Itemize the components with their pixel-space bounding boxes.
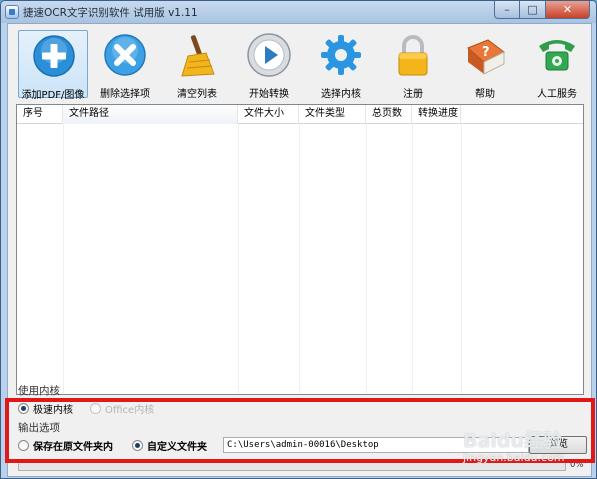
help-book-icon: ? <box>467 39 505 75</box>
column-divider <box>299 124 300 394</box>
maximize-button[interactable]: □ <box>520 1 546 19</box>
column-divider <box>461 124 462 394</box>
add-pdf-image-button[interactable]: 添加PDF/图像 <box>18 30 88 101</box>
phone-icon <box>539 40 575 71</box>
watermark-url: jingyan.baidu.com <box>463 451 565 464</box>
column-divider <box>238 124 239 394</box>
start-convert-button[interactable]: 开始转换 <box>234 30 304 100</box>
toolbar-label: 帮助 <box>475 89 495 100</box>
toolbar: 添加PDF/图像 删除选择项 清空列表 开始转换 选择内核 注册 ? 帮助 人工… <box>8 24 591 104</box>
help-button[interactable]: ? 帮助 <box>450 30 520 100</box>
column-header-progress[interactable]: 转换进度 <box>412 105 461 124</box>
app-window: 捷速OCR文字识别软件 试用版 v1.11 – □ ✕ 添加PDF/图像 删除选… <box>0 0 597 479</box>
add-icon <box>33 35 75 77</box>
svg-text:?: ? <box>482 45 490 60</box>
register-button[interactable]: 注册 <box>378 30 448 100</box>
app-icon <box>5 5 19 19</box>
column-header-type[interactable]: 文件类型 <box>299 105 366 124</box>
clear-list-button[interactable]: 清空列表 <box>162 30 232 100</box>
toolbar-label: 删除选择项 <box>100 89 150 100</box>
file-list-table[interactable]: 序号 文件路径 文件大小 文件类型 总页数 转换进度 <box>16 104 584 395</box>
gear-icon <box>321 35 361 75</box>
column-divider <box>412 124 413 394</box>
watermark-brand: Baidu经验 <box>463 430 562 452</box>
table-header: 序号 文件路径 文件大小 文件类型 总页数 转换进度 <box>17 105 583 124</box>
window-controls: – □ ✕ <box>494 1 590 19</box>
column-header-path[interactable]: 文件路径 <box>63 105 238 124</box>
lock-icon <box>398 35 428 76</box>
column-header-size[interactable]: 文件大小 <box>238 105 299 124</box>
toolbar-label: 添加PDF/图像 <box>21 90 85 101</box>
select-engine-button[interactable]: 选择内核 <box>306 30 376 100</box>
delete-icon <box>104 34 146 76</box>
broom-icon <box>181 35 215 77</box>
toolbar-label: 开始转换 <box>249 89 289 100</box>
engine-section-label: 使用内核 <box>18 385 60 397</box>
column-header-pages[interactable]: 总页数 <box>366 105 412 124</box>
column-divider <box>63 124 64 394</box>
human-service-button[interactable]: 人工服务 <box>522 30 592 100</box>
window-title: 捷速OCR文字识别软件 试用版 v1.11 <box>23 7 198 19</box>
column-divider <box>366 124 367 394</box>
toolbar-label: 清空列表 <box>177 89 217 100</box>
title-bar[interactable]: 捷速OCR文字识别软件 试用版 v1.11 – □ ✕ <box>1 1 596 23</box>
toolbar-label: 人工服务 <box>537 89 577 100</box>
toolbar-label: 注册 <box>403 89 423 100</box>
play-icon <box>247 33 291 77</box>
minimize-button[interactable]: – <box>494 1 520 19</box>
close-button[interactable]: ✕ <box>546 1 590 19</box>
column-header-index[interactable]: 序号 <box>17 105 63 124</box>
delete-selected-button[interactable]: 删除选择项 <box>90 30 160 100</box>
toolbar-label: 选择内核 <box>321 89 361 100</box>
